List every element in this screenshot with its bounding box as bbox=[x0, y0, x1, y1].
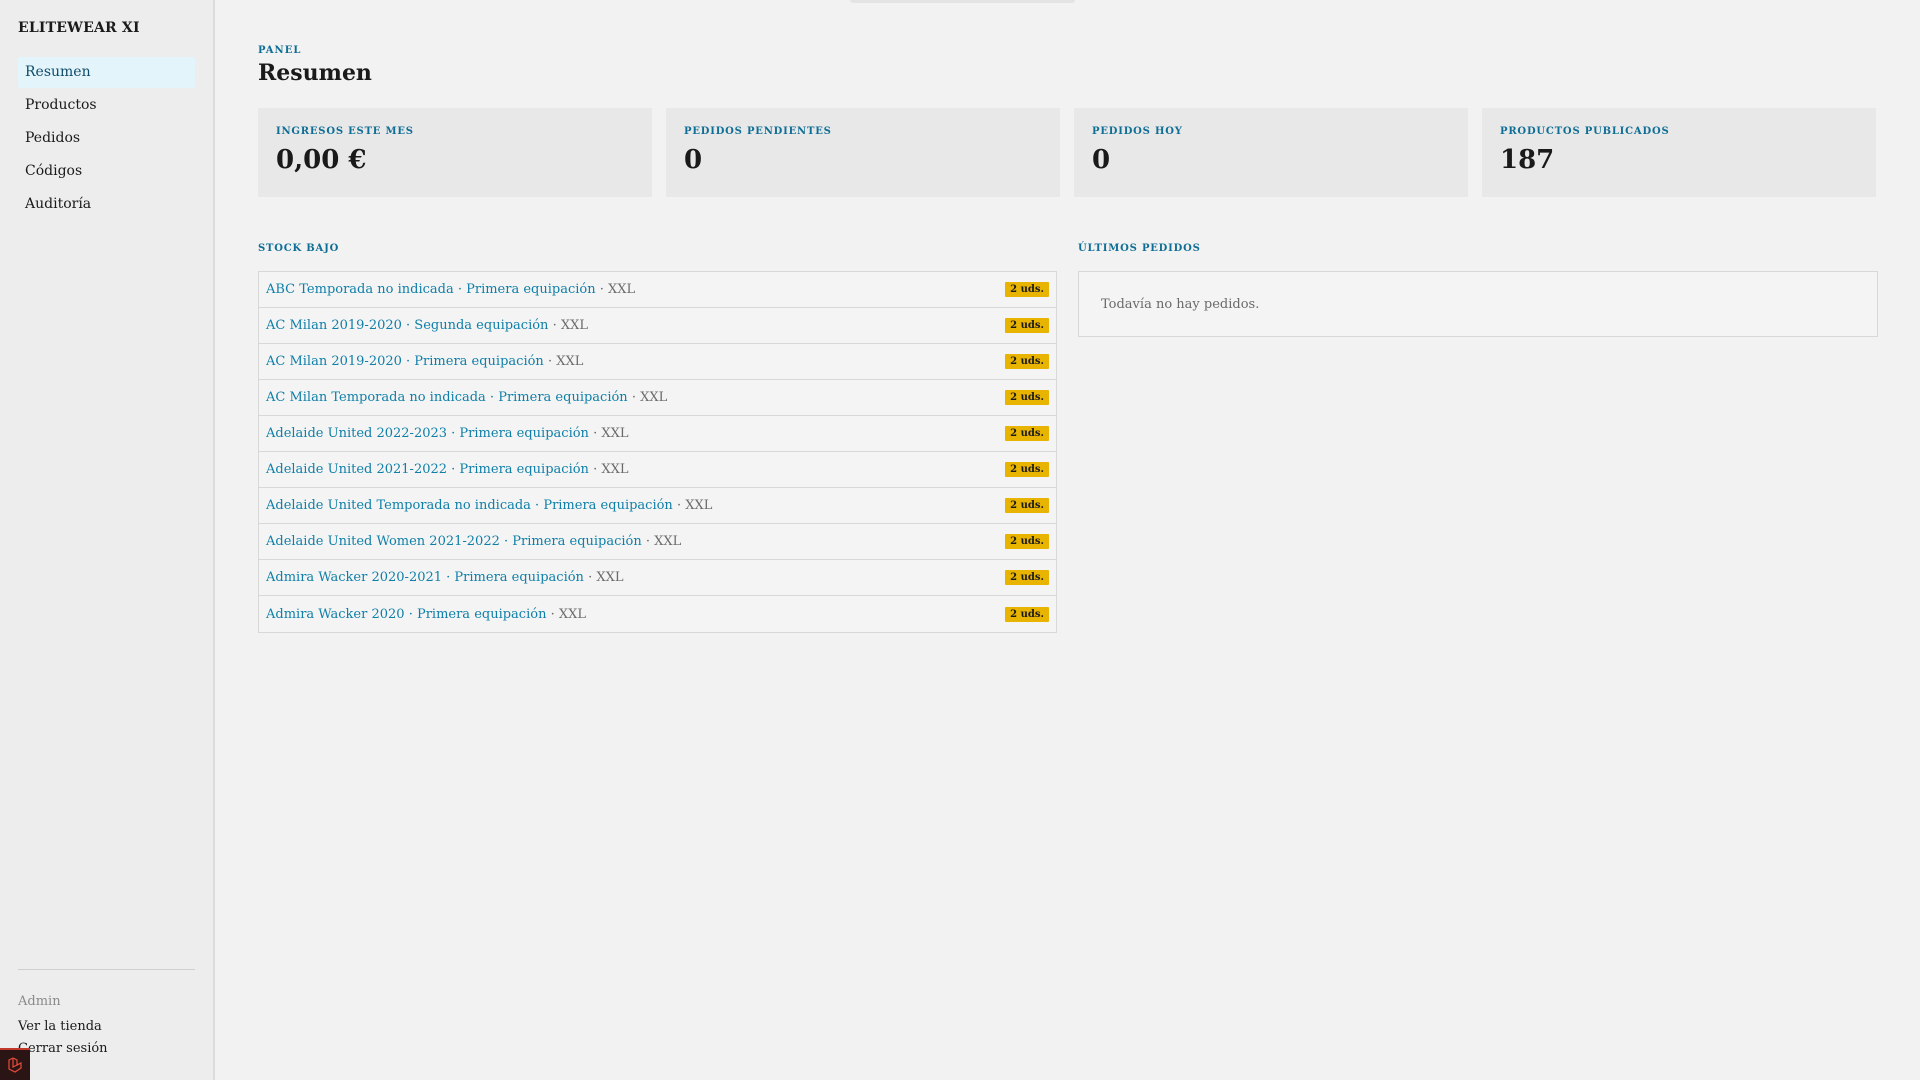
stock-qty-badge: 2 uds. bbox=[1005, 390, 1049, 405]
stock-item-link[interactable]: ABC Temporada no indicada · Primera equi… bbox=[266, 282, 596, 297]
table-row: AC Milan 2019-2020 · Segunda equipación … bbox=[259, 308, 1056, 344]
stock-item-size: XXL bbox=[558, 606, 587, 622]
framework-logo-icon[interactable] bbox=[0, 1048, 30, 1080]
table-row: Adelaide United Temporada no indicada · … bbox=[259, 488, 1056, 524]
view-store-link[interactable]: Ver la tienda bbox=[18, 1019, 195, 1034]
stat-card-published-products: PRODUCTOS PUBLICADOS 187 bbox=[1482, 108, 1876, 197]
table-row: Adelaide United 2021-2022 · Primera equi… bbox=[259, 452, 1056, 488]
stock-item-link[interactable]: Adelaide United 2021-2022 · Primera equi… bbox=[266, 462, 589, 477]
stock-item-link[interactable]: Admira Wacker 2020-2021 · Primera equipa… bbox=[266, 570, 584, 585]
table-row: Adelaide United 2022-2023 · Primera equi… bbox=[259, 416, 1056, 452]
nav-item-codigos[interactable]: Códigos bbox=[18, 156, 195, 187]
separator: · bbox=[588, 426, 602, 441]
logout-link[interactable]: Cerrar sesión bbox=[18, 1041, 195, 1056]
separator: · bbox=[588, 462, 602, 477]
separator: · bbox=[543, 354, 557, 369]
nav-item-resumen[interactable]: Resumen bbox=[18, 57, 195, 88]
stock-item-text: Admira Wacker 2020 · Primera equipación … bbox=[266, 607, 586, 622]
stat-label: PRODUCTOS PUBLICADOS bbox=[1500, 126, 1670, 137]
page-eyebrow: PANEL bbox=[258, 45, 302, 56]
stock-qty-badge: 2 uds. bbox=[1005, 318, 1049, 333]
stock-qty-badge: 2 uds. bbox=[1005, 534, 1049, 549]
sidebar-nav: Resumen Productos Pedidos Códigos Auditoría bbox=[18, 57, 195, 220]
separator: · bbox=[641, 534, 655, 549]
page-title: Resumen bbox=[258, 60, 372, 86]
stat-card-pending-orders: PEDIDOS PENDIENTES 0 bbox=[666, 108, 1060, 197]
latest-orders-box: Todavía no hay pedidos. bbox=[1078, 271, 1878, 337]
separator: · bbox=[627, 390, 641, 405]
stock-item-text: ABC Temporada no indicada · Primera equi… bbox=[266, 282, 635, 297]
stock-item-text: Adelaide United 2022-2023 · Primera equi… bbox=[266, 426, 629, 441]
stock-qty-badge: 2 uds. bbox=[1005, 570, 1049, 585]
stat-label: PEDIDOS HOY bbox=[1092, 126, 1183, 137]
separator: · bbox=[595, 282, 609, 297]
stock-item-link[interactable]: Adelaide United Women 2021-2022 · Primer… bbox=[266, 534, 642, 549]
separator: · bbox=[548, 318, 561, 333]
stock-item-link[interactable]: Adelaide United 2022-2023 · Primera equi… bbox=[266, 426, 589, 441]
stock-item-text: Adelaide United Temporada no indicada · … bbox=[266, 498, 712, 513]
top-drag-handle bbox=[850, 0, 1075, 3]
separator: · bbox=[546, 606, 559, 622]
stat-card-orders-today: PEDIDOS HOY 0 bbox=[1074, 108, 1468, 197]
stock-qty-badge: 2 uds. bbox=[1005, 606, 1049, 622]
stock-qty-badge: 2 uds. bbox=[1005, 282, 1049, 297]
latest-orders-title: ÚLTIMOS PEDIDOS bbox=[1078, 243, 1201, 254]
stat-label: PEDIDOS PENDIENTES bbox=[684, 126, 832, 137]
stat-value: 0 bbox=[1092, 145, 1111, 175]
stock-item-text: Adelaide United Women 2021-2022 · Primer… bbox=[266, 534, 681, 549]
stock-item-link[interactable]: AC Milan 2019-2020 · Primera equipación bbox=[266, 354, 544, 369]
brand-logo: ELITEWEAR XI bbox=[18, 20, 140, 36]
empty-orders-message: Todavía no hay pedidos. bbox=[1101, 296, 1260, 312]
stock-item-size: XXL bbox=[601, 462, 629, 477]
stock-item-text: AC Milan 2019-2020 · Primera equipación … bbox=[266, 354, 583, 369]
stock-item-size: XXL bbox=[640, 390, 668, 405]
separator: · bbox=[583, 570, 597, 585]
stock-item-text: AC Milan 2019-2020 · Segunda equipación … bbox=[266, 318, 588, 333]
stock-item-text: Admira Wacker 2020-2021 · Primera equipa… bbox=[266, 570, 624, 585]
stock-item-link[interactable]: AC Milan Temporada no indicada · Primera… bbox=[266, 390, 628, 405]
table-row: Admira Wacker 2020 · Primera equipación … bbox=[259, 596, 1056, 632]
stat-value: 0,00 € bbox=[276, 145, 367, 175]
table-row: AC Milan 2019-2020 · Primera equipación … bbox=[259, 344, 1056, 380]
stock-qty-badge: 2 uds. bbox=[1005, 426, 1049, 441]
stock-qty-badge: 2 uds. bbox=[1005, 354, 1049, 369]
stat-value: 0 bbox=[684, 145, 703, 175]
sidebar-footer: Admin Ver la tienda Cerrar sesión bbox=[18, 969, 195, 1063]
stock-item-size: XXL bbox=[596, 570, 624, 585]
user-role: Admin bbox=[18, 994, 61, 1009]
stock-qty-badge: 2 uds. bbox=[1005, 462, 1049, 477]
stock-item-text: Adelaide United 2021-2022 · Primera equi… bbox=[266, 462, 629, 477]
stock-item-size: XXL bbox=[685, 498, 713, 513]
stock-item-size: XXL bbox=[556, 354, 584, 369]
sidebar: ELITEWEAR XI Resumen Productos Pedidos Códi… bbox=[0, 0, 215, 1080]
table-row: Admira Wacker 2020-2021 · Primera equipa… bbox=[259, 560, 1056, 596]
low-stock-list: ABC Temporada no indicada · Primera equi… bbox=[258, 271, 1057, 633]
stat-card-revenue: INGRESOS ESTE MES 0,00 € bbox=[258, 108, 652, 197]
stock-item-size: XXL bbox=[601, 426, 629, 441]
separator: · bbox=[672, 498, 686, 513]
stock-item-link[interactable]: AC Milan 2019-2020 · Segunda equipación bbox=[266, 318, 548, 333]
stats-row: INGRESOS ESTE MES 0,00 € PEDIDOS PENDIEN… bbox=[258, 108, 1876, 197]
stock-item-text: AC Milan Temporada no indicada · Primera… bbox=[266, 390, 667, 405]
stat-value: 187 bbox=[1500, 145, 1555, 175]
stock-item-size: XXL bbox=[560, 318, 588, 333]
stock-item-link[interactable]: Admira Wacker 2020 · Primera equipación bbox=[266, 607, 546, 622]
stock-item-size: XXL bbox=[654, 534, 682, 549]
nav-item-auditoria[interactable]: Auditoría bbox=[18, 189, 195, 220]
stock-qty-badge: 2 uds. bbox=[1005, 498, 1049, 513]
framework-logo-icon-graphic bbox=[8, 1057, 22, 1073]
table-row: Adelaide United Women 2021-2022 · Primer… bbox=[259, 524, 1056, 560]
nav-item-pedidos[interactable]: Pedidos bbox=[18, 123, 195, 154]
stock-item-link[interactable]: Adelaide United Temporada no indicada · … bbox=[266, 498, 673, 513]
stat-label: INGRESOS ESTE MES bbox=[276, 126, 414, 137]
stock-item-size: XXL bbox=[608, 282, 636, 297]
nav-item-productos[interactable]: Productos bbox=[18, 90, 195, 121]
table-row: ABC Temporada no indicada · Primera equi… bbox=[259, 272, 1056, 308]
table-row: AC Milan Temporada no indicada · Primera… bbox=[259, 380, 1056, 416]
low-stock-title: STOCK BAJO bbox=[258, 243, 340, 254]
